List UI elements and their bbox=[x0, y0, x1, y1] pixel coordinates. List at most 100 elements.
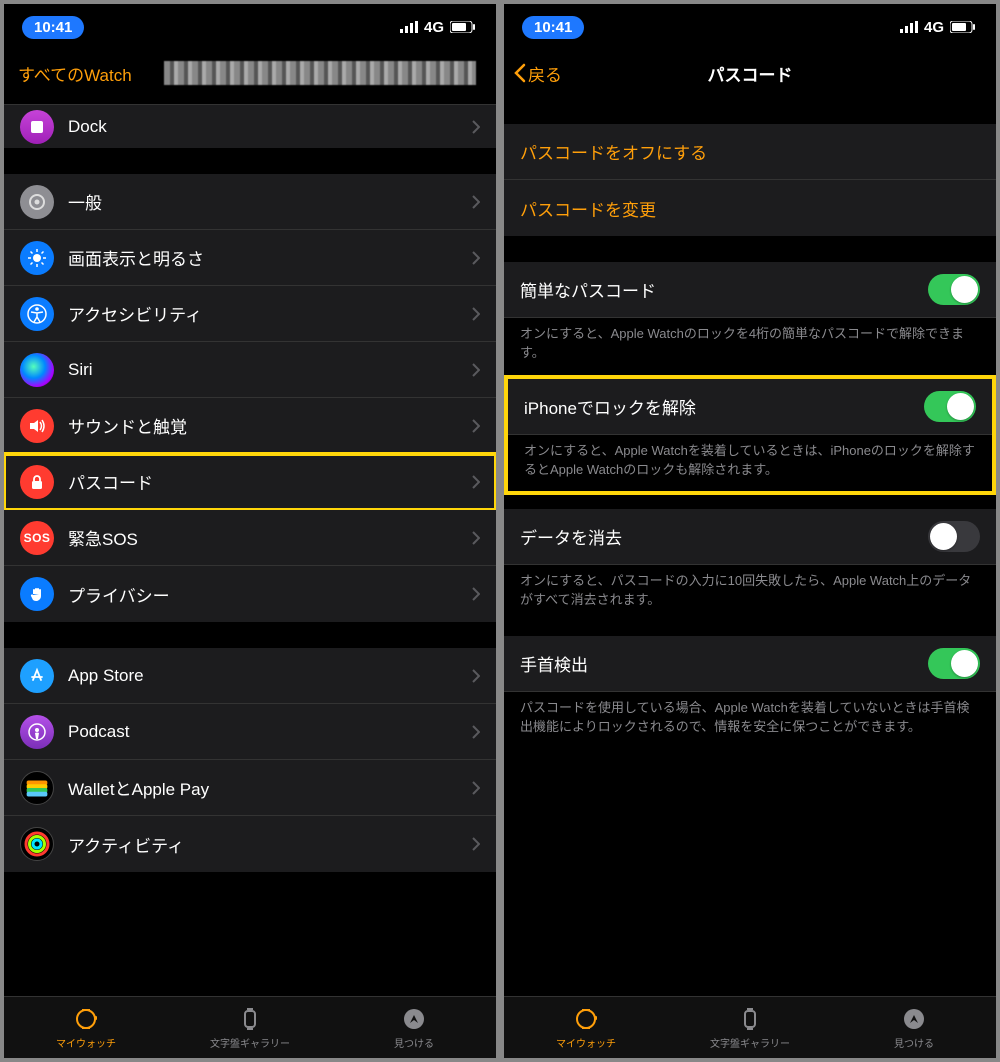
row-passcode[interactable]: パスコード bbox=[4, 454, 496, 510]
tab-label: マイウォッチ bbox=[556, 1035, 616, 1050]
row-label: 一般 bbox=[68, 189, 472, 214]
siri-icon bbox=[20, 353, 54, 387]
footer-erase: オンにすると、パスコードの入力に10回失敗したら、Apple Watch上のデー… bbox=[504, 565, 996, 622]
tab-gallery[interactable]: 文字盤ギャラリー bbox=[168, 997, 332, 1058]
toggle-simple-passcode[interactable] bbox=[928, 274, 980, 305]
watch-icon bbox=[73, 1006, 99, 1032]
scroll-area[interactable]: パスコードをオフにする パスコードを変更 簡単なパスコード オンにすると、App… bbox=[504, 98, 996, 1058]
row-wallet[interactable]: WalletとApple Pay bbox=[4, 760, 496, 816]
podcast-icon bbox=[20, 715, 54, 749]
appstore-icon bbox=[20, 659, 54, 693]
row-accessibility[interactable]: アクセシビリティ bbox=[4, 286, 496, 342]
tab-mywatch[interactable]: マイウォッチ bbox=[504, 997, 668, 1058]
tab-find[interactable]: 見つける bbox=[832, 997, 996, 1058]
row-sos[interactable]: SOS 緊急SOS bbox=[4, 510, 496, 566]
row-podcast[interactable]: Podcast bbox=[4, 704, 496, 760]
gear-icon bbox=[20, 185, 54, 219]
row-label: 手首検出 bbox=[520, 651, 928, 676]
chevron-right-icon bbox=[472, 531, 480, 545]
tab-bar: マイウォッチ 文字盤ギャラリー 見つける bbox=[504, 996, 996, 1058]
row-change-passcode[interactable]: パスコードを変更 bbox=[504, 180, 996, 236]
tab-find[interactable]: 見つける bbox=[332, 997, 496, 1058]
row-simple-passcode[interactable]: 簡単なパスコード bbox=[504, 262, 996, 318]
censored-title bbox=[164, 61, 476, 85]
row-sound[interactable]: サウンドと触覚 bbox=[4, 398, 496, 454]
right-screenshot: 10:41 4G 戻る パスコード パスコードをオフにする パスコードを変更 bbox=[504, 4, 996, 1058]
row-general[interactable]: 一般 bbox=[4, 174, 496, 230]
nav-bar: すべてのWatch bbox=[4, 48, 496, 98]
wallet-icon bbox=[20, 771, 54, 805]
row-privacy[interactable]: プライバシー bbox=[4, 566, 496, 622]
row-turn-off-passcode[interactable]: パスコードをオフにする bbox=[504, 124, 996, 180]
signal-icon bbox=[400, 21, 418, 33]
toggle-erase-data[interactable] bbox=[928, 521, 980, 552]
row-label: Dock bbox=[68, 117, 472, 137]
row-label: App Store bbox=[68, 666, 472, 686]
footer-unlock: オンにすると、Apple Watchを装着しているときは、iPhoneのロックを… bbox=[508, 435, 992, 492]
status-bar: 10:41 4G bbox=[504, 4, 996, 48]
row-activity[interactable]: アクティビティ bbox=[4, 816, 496, 872]
tab-bar: マイウォッチ 文字盤ギャラリー 見つける bbox=[4, 996, 496, 1058]
chevron-right-icon bbox=[472, 475, 480, 489]
nav-back-all-watch[interactable]: すべてのWatch bbox=[18, 61, 132, 86]
tab-gallery[interactable]: 文字盤ギャラリー bbox=[668, 997, 832, 1058]
chevron-left-icon bbox=[514, 63, 526, 83]
left-screenshot: 10:41 4G すべてのWatch Dock bbox=[4, 4, 496, 1058]
scroll-area[interactable]: Dock 一般 画面表示と明るさ bbox=[4, 98, 496, 1058]
row-appstore[interactable]: App Store bbox=[4, 648, 496, 704]
row-label: パスコードを変更 bbox=[520, 196, 980, 221]
nav-bar: 戻る パスコード bbox=[504, 48, 996, 98]
chevron-right-icon bbox=[472, 307, 480, 321]
row-unlock-with-iphone[interactable]: iPhoneでロックを解除 bbox=[508, 379, 992, 435]
time-pill: 10:41 bbox=[522, 16, 584, 39]
row-label: 緊急SOS bbox=[68, 525, 472, 550]
row-wrist-detection[interactable]: 手首検出 bbox=[504, 636, 996, 692]
chevron-right-icon bbox=[472, 837, 480, 851]
footer-wrist: パスコードを使用している場合、Apple Watchを装着していないときは手首検… bbox=[504, 692, 996, 749]
chevron-right-icon bbox=[472, 195, 480, 209]
back-label: 戻る bbox=[528, 61, 562, 86]
dock-icon bbox=[20, 110, 54, 144]
network-label: 4G bbox=[424, 19, 444, 36]
tab-label: 文字盤ギャラリー bbox=[210, 1035, 290, 1050]
row-label: データを消去 bbox=[520, 524, 928, 549]
toggle-wrist-detection[interactable] bbox=[928, 648, 980, 679]
highlighted-section: iPhoneでロックを解除 オンにすると、Apple Watchを装着していると… bbox=[504, 375, 996, 496]
status-right: 4G bbox=[900, 19, 976, 36]
tab-label: 文字盤ギャラリー bbox=[710, 1035, 790, 1050]
row-label: Siri bbox=[68, 360, 472, 380]
chevron-right-icon bbox=[472, 363, 480, 377]
status-right: 4G bbox=[400, 19, 476, 36]
tab-label: マイウォッチ bbox=[56, 1035, 116, 1050]
time-pill: 10:41 bbox=[22, 16, 84, 39]
gallery-icon bbox=[737, 1006, 763, 1032]
tab-mywatch[interactable]: マイウォッチ bbox=[4, 997, 168, 1058]
chevron-right-icon bbox=[472, 120, 480, 134]
watch-icon bbox=[573, 1006, 599, 1032]
chevron-right-icon bbox=[472, 669, 480, 683]
accessibility-icon bbox=[20, 297, 54, 331]
compass-icon bbox=[901, 1006, 927, 1032]
row-display[interactable]: 画面表示と明るさ bbox=[4, 230, 496, 286]
nav-title: パスコード bbox=[708, 61, 793, 86]
toggle-unlock-iphone[interactable] bbox=[924, 391, 976, 422]
row-label: アクティビティ bbox=[68, 832, 472, 857]
brightness-icon bbox=[20, 241, 54, 275]
hand-icon bbox=[20, 577, 54, 611]
compass-icon bbox=[401, 1006, 427, 1032]
tab-label: 見つける bbox=[394, 1035, 434, 1050]
chevron-right-icon bbox=[472, 725, 480, 739]
sos-icon: SOS bbox=[20, 521, 54, 555]
row-siri[interactable]: Siri bbox=[4, 342, 496, 398]
gallery-icon bbox=[237, 1006, 263, 1032]
activity-icon bbox=[20, 827, 54, 861]
battery-icon bbox=[950, 21, 976, 33]
row-erase-data[interactable]: データを消去 bbox=[504, 509, 996, 565]
row-dock[interactable]: Dock bbox=[4, 104, 496, 148]
row-label: プライバシー bbox=[68, 582, 472, 607]
speaker-icon bbox=[20, 409, 54, 443]
row-label: パスコードをオフにする bbox=[520, 139, 980, 164]
status-bar: 10:41 4G bbox=[4, 4, 496, 48]
row-label: Podcast bbox=[68, 722, 472, 742]
nav-back-button[interactable]: 戻る bbox=[514, 61, 562, 86]
